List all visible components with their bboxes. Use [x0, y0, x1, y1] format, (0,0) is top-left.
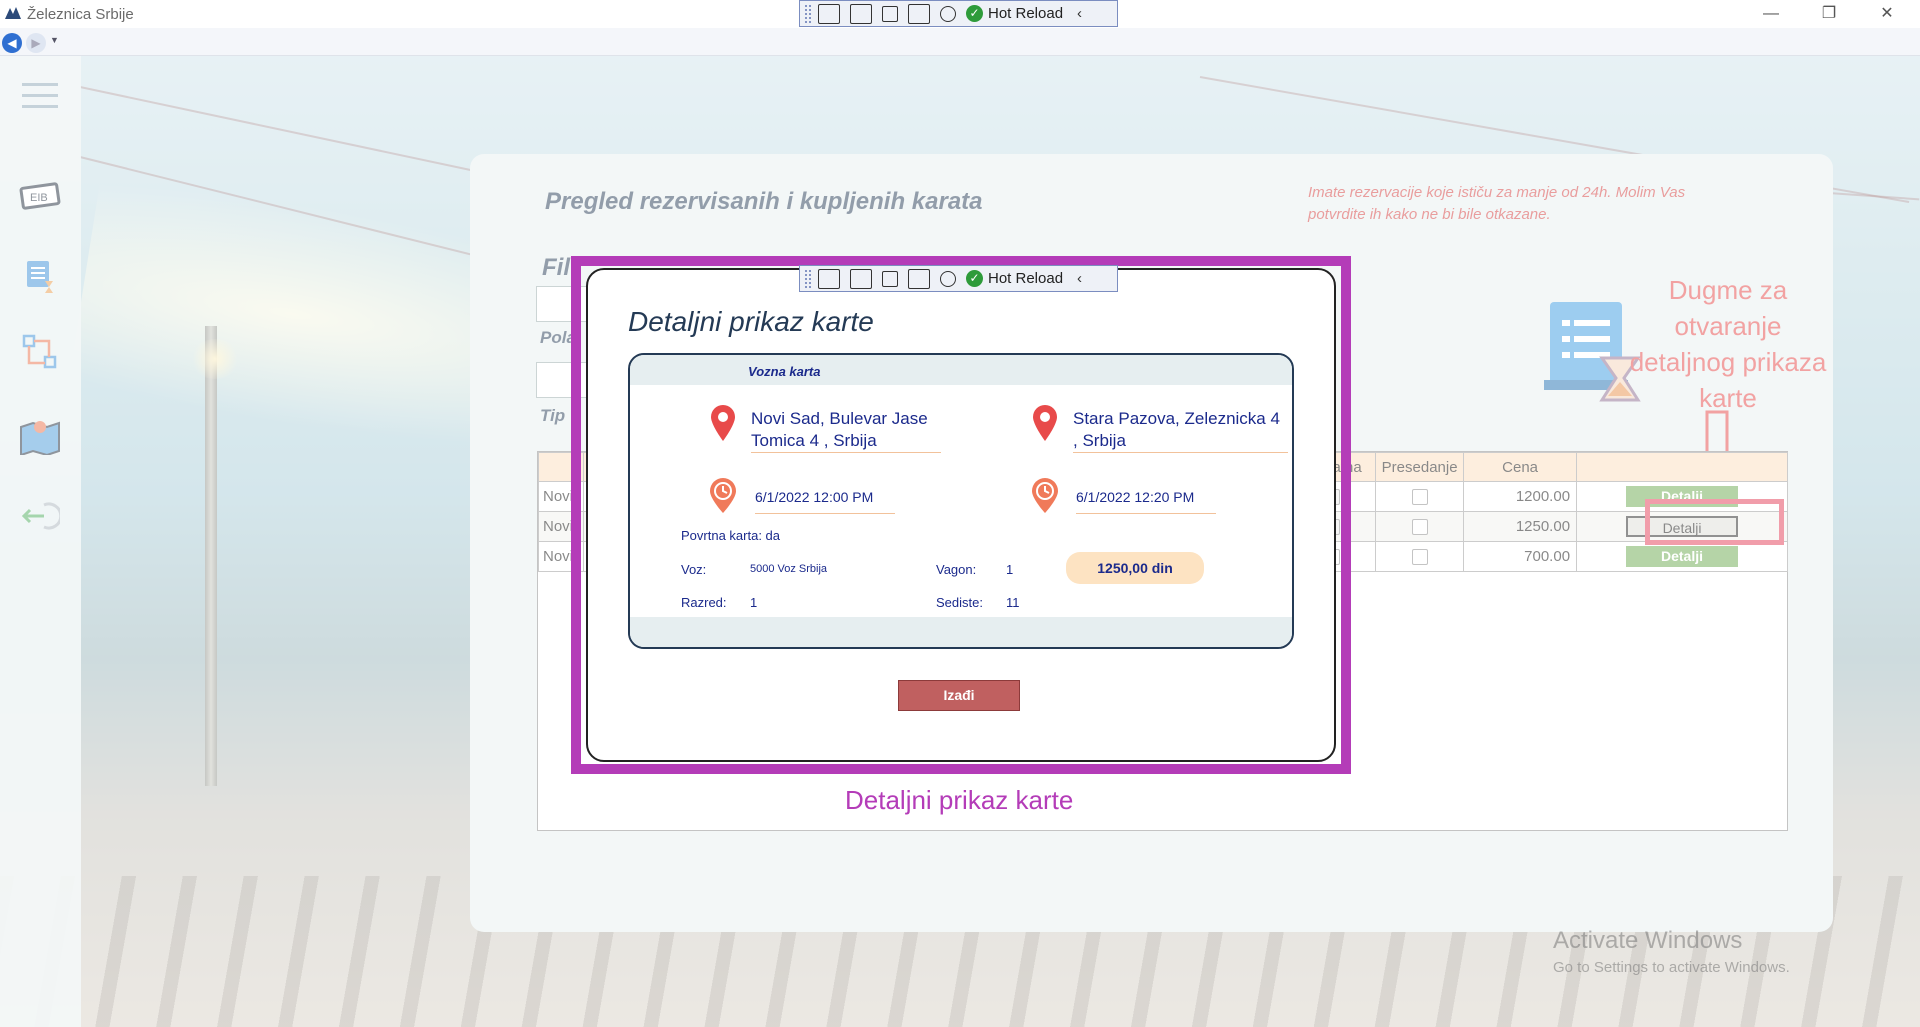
- activate-windows-watermark: Activate Windows Go to Settings to activ…: [1553, 927, 1790, 976]
- restore-button[interactable]: ❐: [1806, 2, 1852, 26]
- cell-presedanje: [1375, 481, 1465, 512]
- history-dropdown-icon[interactable]: ▼: [50, 35, 59, 45]
- collapse-chevron-icon[interactable]: ‹: [1077, 270, 1082, 287]
- toolbar-grip-icon[interactable]: [804, 3, 812, 24]
- type-label: Tip: [540, 406, 566, 425]
- ticket-footer: [630, 617, 1292, 647]
- clock-icon: [710, 478, 736, 513]
- dialog-title: Detaljni prikaz karte: [628, 306, 874, 337]
- cell-presedanje: [1375, 511, 1465, 542]
- transfer-checkbox[interactable]: [1411, 519, 1428, 536]
- origin-address: Novi Sad, Bulevar Jase Tomica 4 , Srbija: [751, 408, 941, 453]
- train-value: 5000 Voz Srbija: [750, 563, 828, 575]
- callout-text: Dugme za otvaranje detaljnog prikaza kar…: [1629, 275, 1827, 413]
- details-button-highlight: [1645, 499, 1784, 545]
- column-header-cena: Cena: [1463, 452, 1578, 482]
- hot-reload-check-icon: ✓: [966, 270, 983, 287]
- hamburger-menu-icon[interactable]: [16, 76, 64, 116]
- activate-windows-title: Activate Windows: [1553, 927, 1743, 954]
- cell-cena: 1200.00: [1463, 481, 1578, 512]
- debug-toolbar: ✓ Hot Reload ‹: [799, 0, 1118, 27]
- page-title: Pregled rezervisanih i kupljenih karata: [545, 188, 983, 215]
- arrival-time: 6/1/2022 12:20 PM: [1076, 489, 1216, 514]
- lamp-pole: [205, 326, 217, 786]
- display-adorners-icon[interactable]: [882, 270, 898, 287]
- hot-reload-label[interactable]: Hot Reload: [988, 5, 1063, 22]
- pointer-select-icon[interactable]: [850, 268, 872, 289]
- cell-presedanje: [1375, 541, 1465, 572]
- return-ticket-text: Povrtna karta: da: [681, 528, 780, 543]
- destination-address: Stara Pazova, Zeleznicka 4 , Srbija: [1073, 408, 1288, 453]
- app-logo-icon: [4, 5, 22, 21]
- dialog-caption: Detaljni prikaz karte: [845, 785, 1074, 815]
- select-element-icon[interactable]: [818, 268, 840, 289]
- select-element-icon[interactable]: [818, 3, 840, 24]
- lamp-light: [190, 339, 240, 379]
- navigation-strip: ◀ ▶ ▼: [0, 28, 1920, 56]
- back-arrow-icon[interactable]: ◀: [2, 33, 22, 53]
- close-button[interactable]: ✕: [1864, 2, 1910, 26]
- seat-value: 11: [1006, 595, 1020, 610]
- train-label: Voz:: [681, 562, 707, 577]
- exit-button[interactable]: Izađi: [898, 680, 1020, 711]
- list-clock-icon[interactable]: [16, 256, 64, 296]
- ticket-detail-dialog: Detaljni prikaz karte Vozna karta Novi S…: [586, 268, 1336, 762]
- column-header-presedanje: Presedanje: [1375, 452, 1465, 482]
- track-focus-icon[interactable]: [908, 268, 930, 289]
- seat-label: Sediste:: [936, 595, 983, 610]
- logout-icon[interactable]: [16, 496, 64, 536]
- activate-windows-subtitle: Go to Settings to activate Windows.: [1553, 959, 1790, 976]
- departure-time: 6/1/2022 12:00 PM: [755, 489, 895, 514]
- window-title: Železnica Srbije: [27, 6, 134, 23]
- ticket-kind-label: Vozna karta: [748, 364, 821, 379]
- cell-cena: 700.00: [1463, 541, 1578, 572]
- forward-arrow-icon[interactable]: ▶: [26, 33, 46, 53]
- clock-icon: [1032, 478, 1058, 513]
- location-pin-icon: [711, 405, 735, 441]
- class-label: Razred:: [681, 595, 727, 610]
- svg-text:EIB: EIB: [30, 192, 48, 204]
- class-value: 1: [750, 595, 758, 610]
- map-icon[interactable]: [16, 416, 64, 456]
- cell-cena: 1250.00: [1463, 511, 1578, 542]
- transfer-checkbox[interactable]: [1411, 489, 1428, 506]
- hot-reload-label[interactable]: Hot Reload: [988, 270, 1063, 287]
- expiry-warning: Imate rezervacije koje ističu za manje o…: [1308, 184, 1686, 223]
- ticket-header: [630, 355, 1292, 385]
- toolbar-grip-icon[interactable]: [804, 268, 812, 289]
- ticket-icon[interactable]: EIB: [16, 176, 64, 216]
- hot-reload-check-icon: ✓: [966, 5, 983, 22]
- pointer-select-icon[interactable]: [850, 3, 872, 24]
- minimize-button[interactable]: —: [1748, 2, 1794, 26]
- details-button[interactable]: Detalji: [1626, 546, 1739, 567]
- route-icon[interactable]: [16, 332, 64, 372]
- price-badge: 1250,00 din: [1066, 552, 1204, 584]
- wagon-value: 1: [1006, 562, 1014, 577]
- collapse-chevron-icon[interactable]: ‹: [1077, 5, 1082, 22]
- column-header-details: [1576, 452, 1788, 482]
- cell-details: Detalji: [1576, 541, 1788, 572]
- track-focus-icon[interactable]: [908, 3, 930, 24]
- display-adorners-icon[interactable]: [882, 5, 898, 22]
- binding-failures-icon[interactable]: [940, 270, 956, 287]
- binding-failures-icon[interactable]: [940, 5, 956, 22]
- transfer-checkbox[interactable]: [1411, 549, 1428, 566]
- debug-toolbar-dialog: ✓ Hot Reload ‹: [799, 265, 1118, 292]
- location-pin-icon: [1033, 405, 1057, 441]
- sidebar: EIB: [0, 56, 81, 1027]
- ticket-card: Vozna karta Novi Sad, Bulevar Jase Tomic…: [628, 353, 1294, 649]
- wagon-label: Vagon:: [936, 562, 977, 577]
